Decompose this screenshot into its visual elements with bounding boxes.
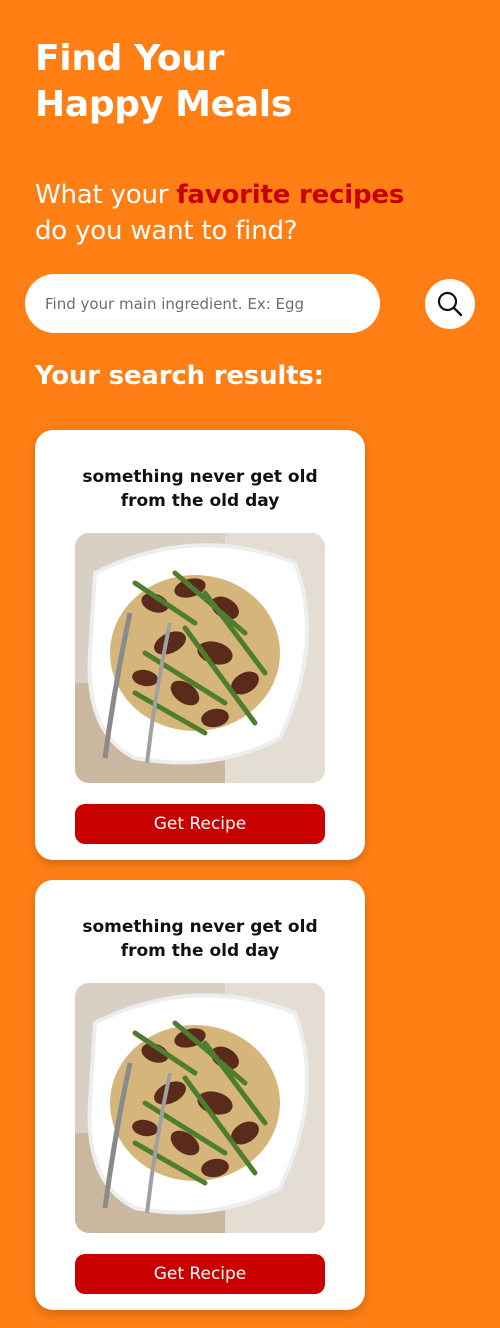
results-heading: Your search results: — [35, 361, 324, 391]
recipe-image — [75, 533, 325, 783]
recipe-card: something never get old from the old day — [35, 880, 365, 1310]
recipe-card-title-line-2: from the old day — [120, 491, 280, 511]
recipe-card-title-line-2: from the old day — [120, 941, 280, 961]
page-subtitle: What your favorite recipes do you want t… — [35, 177, 404, 249]
get-recipe-button[interactable]: Get Recipe — [75, 1254, 325, 1294]
recipe-image — [75, 983, 325, 1233]
search-icon — [437, 291, 463, 317]
recipe-card: something never get old from the old day — [35, 430, 365, 860]
subtitle-line-2: do you want to find? — [35, 216, 298, 246]
subtitle-line-1: What your favorite recipes — [35, 177, 404, 213]
recipe-card-title: something never get old from the old day — [55, 915, 345, 963]
recipe-card-title-line-1: something never get old — [82, 467, 318, 487]
recipe-card-title-line-1: something never get old — [82, 917, 318, 937]
search-button[interactable] — [425, 279, 475, 329]
get-recipe-button[interactable]: Get Recipe — [75, 804, 325, 844]
page-title-line-2: Happy Meals — [35, 84, 292, 125]
page-title: Find Your Happy Meals — [35, 36, 292, 128]
recipe-card-title: something never get old from the old day — [55, 465, 345, 513]
subtitle-accent: favorite recipes — [176, 180, 405, 210]
page-title-line-1: Find Your — [35, 38, 225, 79]
food-photo-illustration — [75, 533, 325, 783]
search-input[interactable] — [25, 274, 380, 333]
food-photo-illustration — [75, 983, 325, 1233]
subtitle-prefix: What your — [35, 180, 177, 210]
